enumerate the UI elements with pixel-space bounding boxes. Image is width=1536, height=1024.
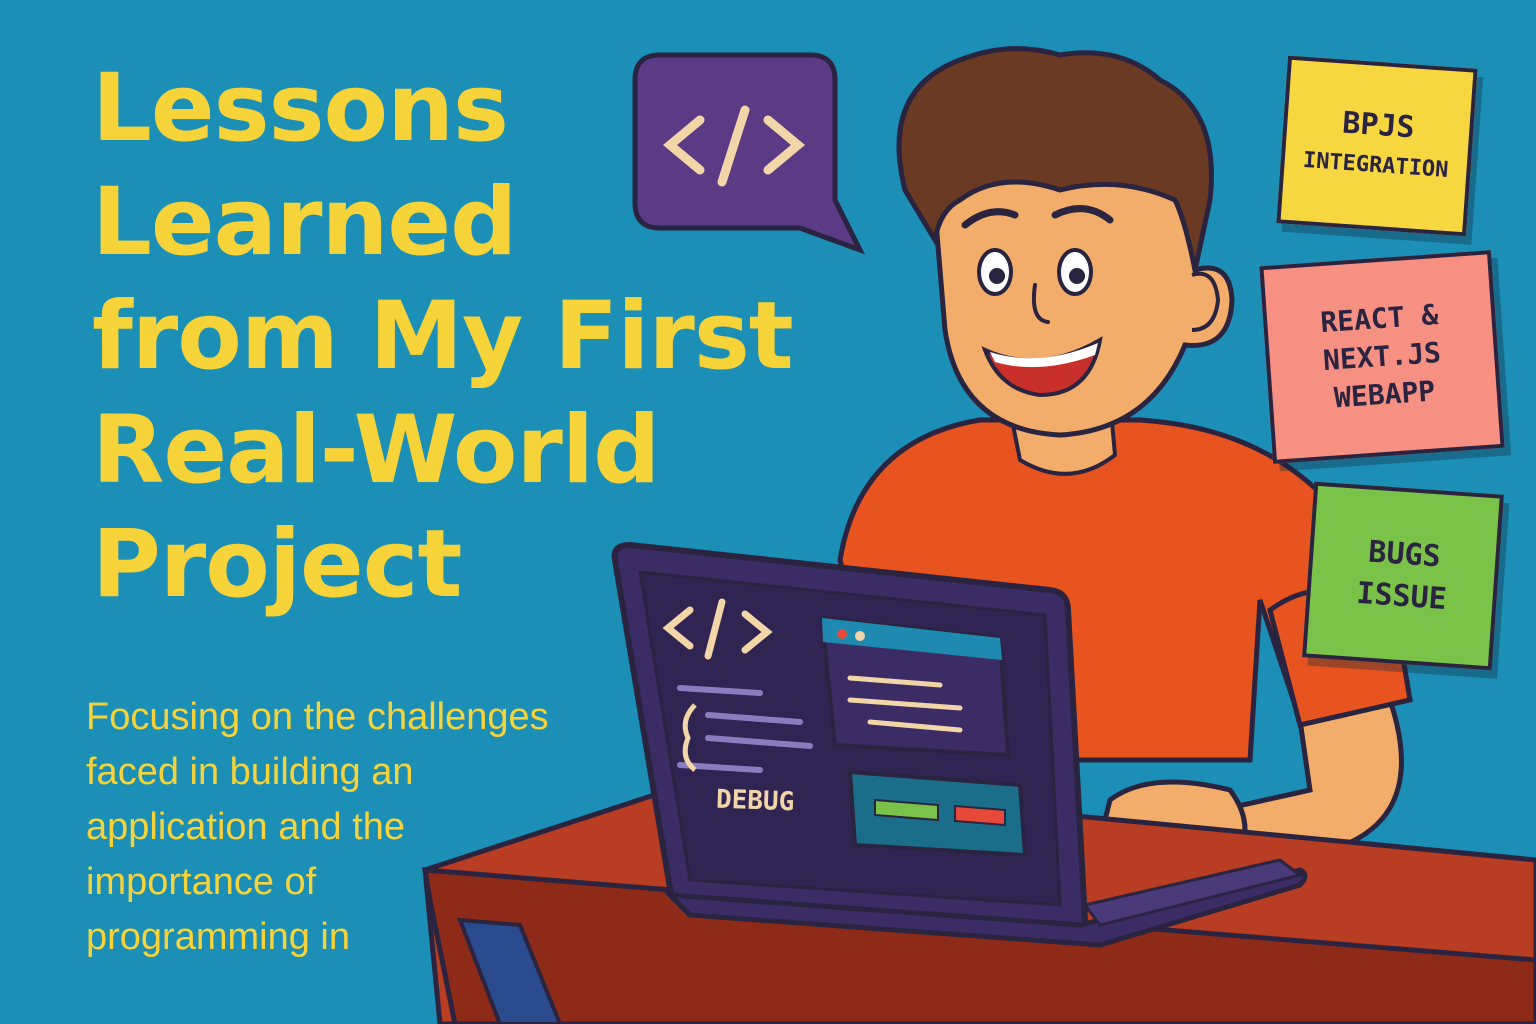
title-line: from My First (92, 282, 794, 391)
sticky-note-line: BPJS (1341, 105, 1416, 146)
sticky-note-react: REACT & NEXT.JS WEBAPP (1259, 250, 1505, 464)
subtitle-line: application and the (86, 806, 406, 848)
subtitle: Focusing on the challenges faced in buil… (86, 690, 626, 965)
subtitle-line: Focusing on the challenges (86, 696, 549, 738)
subtitle-line: programming in (86, 916, 350, 958)
debug-label: DEBUG (715, 784, 795, 818)
sticky-note-line: ISSUE (1355, 575, 1448, 618)
subtitle-line: importance of (86, 861, 317, 903)
title-line: Real-World (92, 396, 660, 505)
page-title: Lessons Learned from My First Real-World… (92, 52, 912, 622)
sticky-note-line: WEBAPP (1333, 374, 1437, 415)
poster: Lessons Learned from My First Real-World… (0, 0, 1536, 1024)
sticky-note-bugs: BUGS ISSUE (1302, 481, 1504, 671)
title-line: Project (92, 510, 462, 619)
sticky-note-line: BUGS (1367, 534, 1442, 575)
sticky-note-bpjs: BPJS INTEGRATION (1276, 55, 1478, 237)
title-line: Lessons (92, 54, 509, 163)
title-line: Learned (92, 168, 517, 277)
subtitle-line: faced in building an (86, 751, 414, 793)
sticky-note-line: INTEGRATION (1302, 147, 1450, 184)
